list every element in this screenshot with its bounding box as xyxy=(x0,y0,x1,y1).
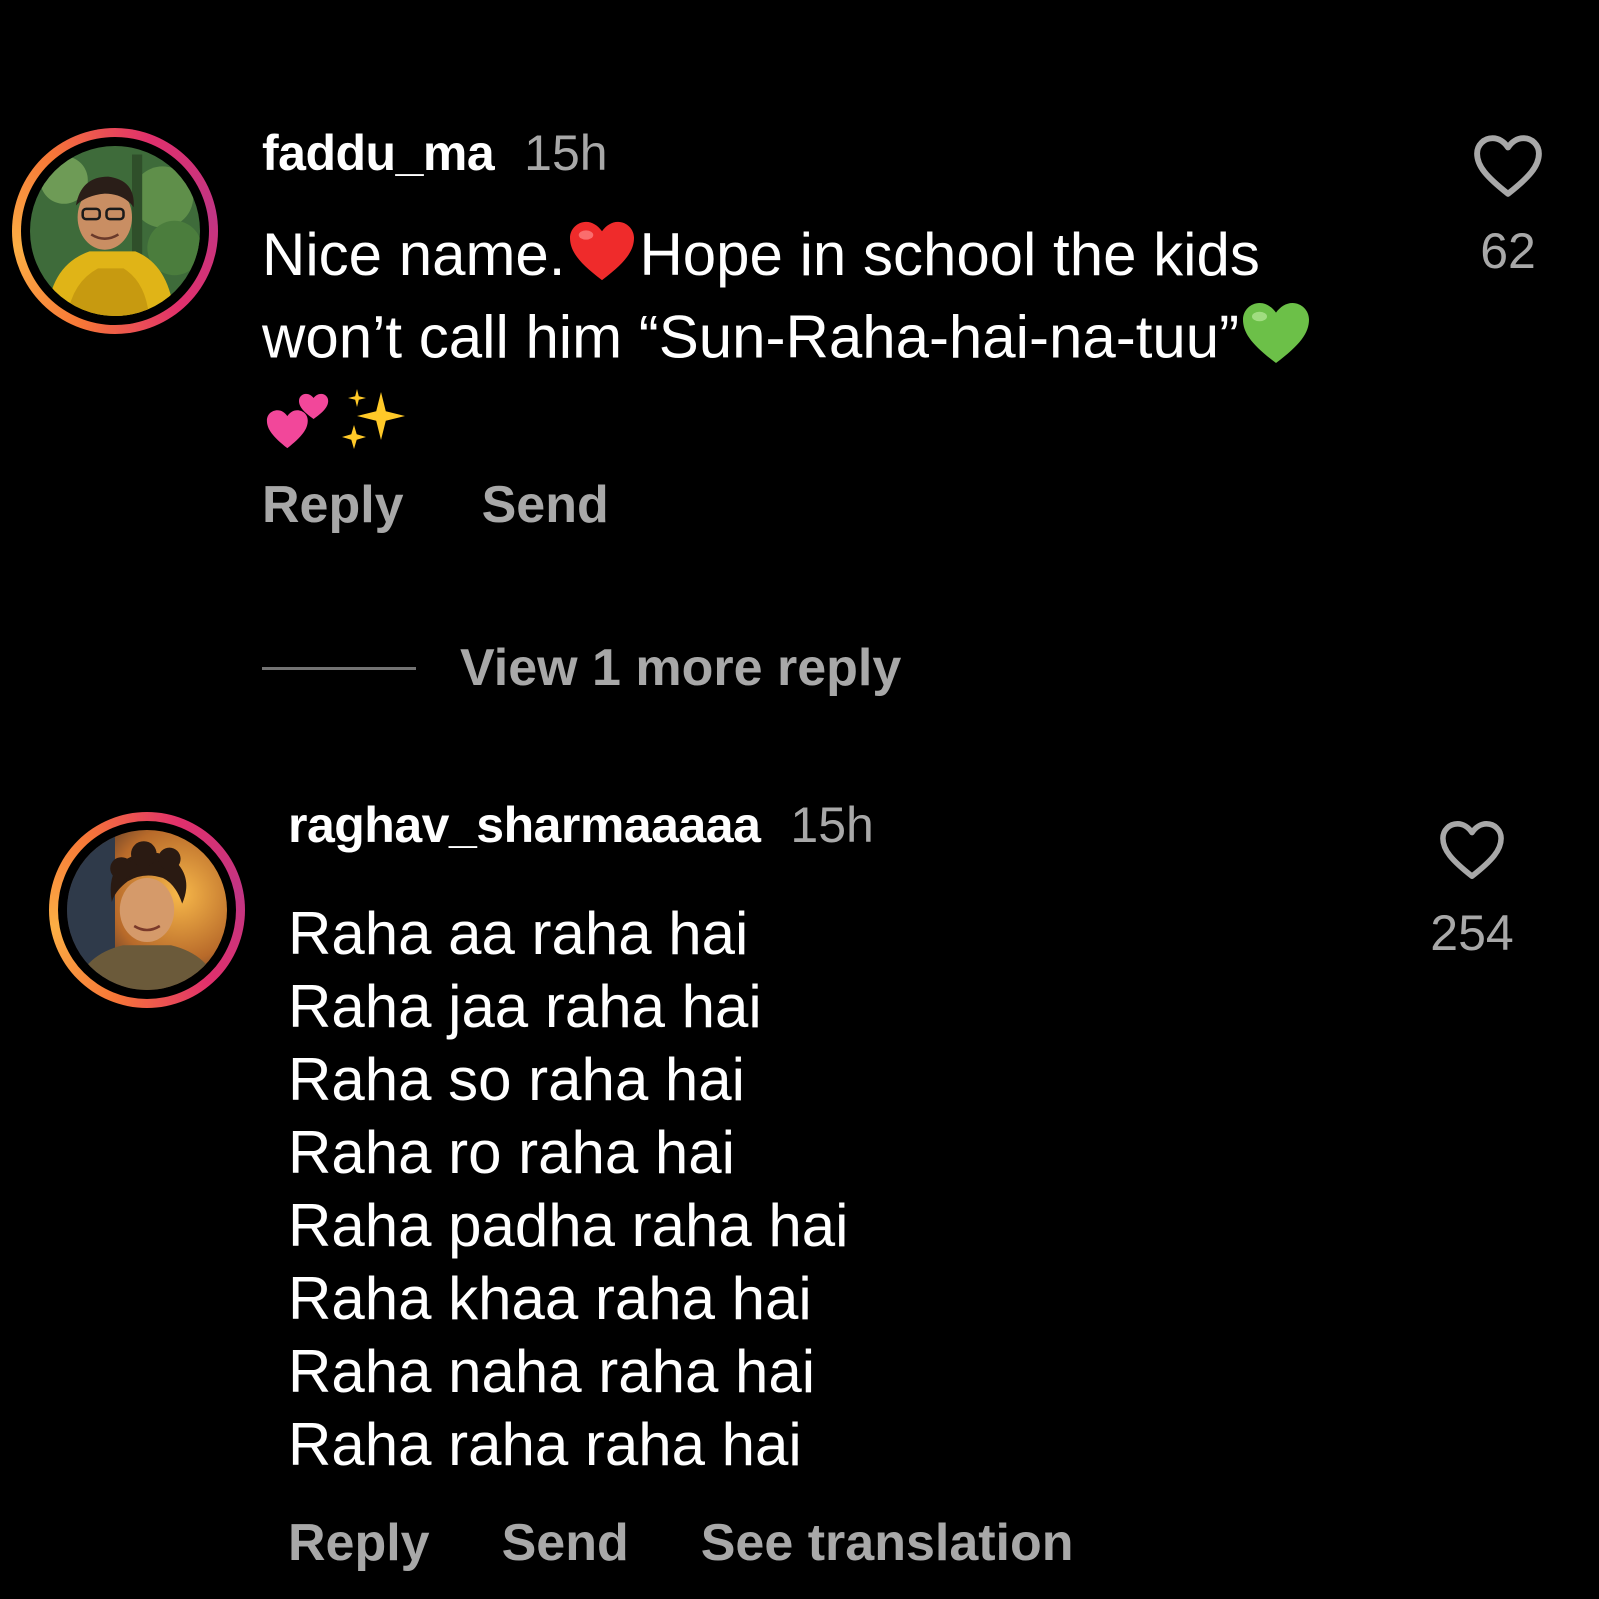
comment-text: Raha aa raha hai Raha jaa raha hai Raha … xyxy=(288,897,848,1481)
two-hearts-icon xyxy=(262,384,336,471)
like-column: 254 xyxy=(1412,818,1532,962)
heart-icon[interactable] xyxy=(1412,818,1532,882)
timestamp: 15h xyxy=(790,797,874,853)
comment-line xyxy=(262,383,1313,472)
avatar-photo xyxy=(30,146,200,316)
avatar[interactable] xyxy=(49,812,245,1008)
comment-meta: faddu_ma 15h xyxy=(262,124,608,182)
comment-line: Raha khaa raha hai xyxy=(288,1265,812,1332)
comment-line: Nice name. Hope in school the kids xyxy=(262,218,1313,300)
comment-text: Nice name. Hope in school the kids won’t … xyxy=(262,218,1313,472)
red-heart-icon xyxy=(565,219,639,300)
comment-line: Raha ro raha hai xyxy=(288,1119,735,1186)
divider-line xyxy=(262,666,416,670)
comment-line: Raha aa raha hai xyxy=(288,900,749,967)
send-button[interactable]: Send xyxy=(482,475,609,535)
see-translation-button[interactable]: See translation xyxy=(701,1513,1074,1573)
comment-line: Raha raha raha hai xyxy=(288,1411,802,1478)
sparkles-icon xyxy=(336,383,414,472)
comment-line: Raha naha raha hai xyxy=(288,1338,816,1405)
comment-line: Raha padha raha hai xyxy=(288,1192,849,1259)
view-more-replies-label: View 1 more reply xyxy=(460,639,902,697)
green-heart-icon xyxy=(1239,300,1313,383)
view-more-replies[interactable]: View 1 more reply xyxy=(262,638,901,698)
username[interactable]: raghav_sharmaaaaa xyxy=(288,797,761,853)
like-count: 254 xyxy=(1430,905,1514,961)
username[interactable]: faddu_ma xyxy=(262,125,495,181)
heart-icon[interactable] xyxy=(1448,132,1568,200)
avatar[interactable] xyxy=(12,128,218,334)
like-column: 62 xyxy=(1448,132,1568,280)
comment-meta: raghav_sharmaaaaa 15h xyxy=(288,796,874,854)
comment-line: Raha so raha hai xyxy=(288,1046,745,1113)
timestamp: 15h xyxy=(524,125,608,181)
reply-button[interactable]: Reply xyxy=(262,475,404,535)
avatar-photo xyxy=(67,830,227,990)
reply-button[interactable]: Reply xyxy=(288,1513,430,1573)
comment-line: won’t call him “Sun-Raha-hai-na-tuu” xyxy=(262,300,1313,383)
comment-actions: Reply Send See translation xyxy=(288,1513,1074,1573)
send-button[interactable]: Send xyxy=(502,1513,629,1573)
like-count: 62 xyxy=(1480,223,1536,279)
comment-line: Raha jaa raha hai xyxy=(288,973,762,1040)
comment-actions: Reply Send xyxy=(262,475,609,535)
